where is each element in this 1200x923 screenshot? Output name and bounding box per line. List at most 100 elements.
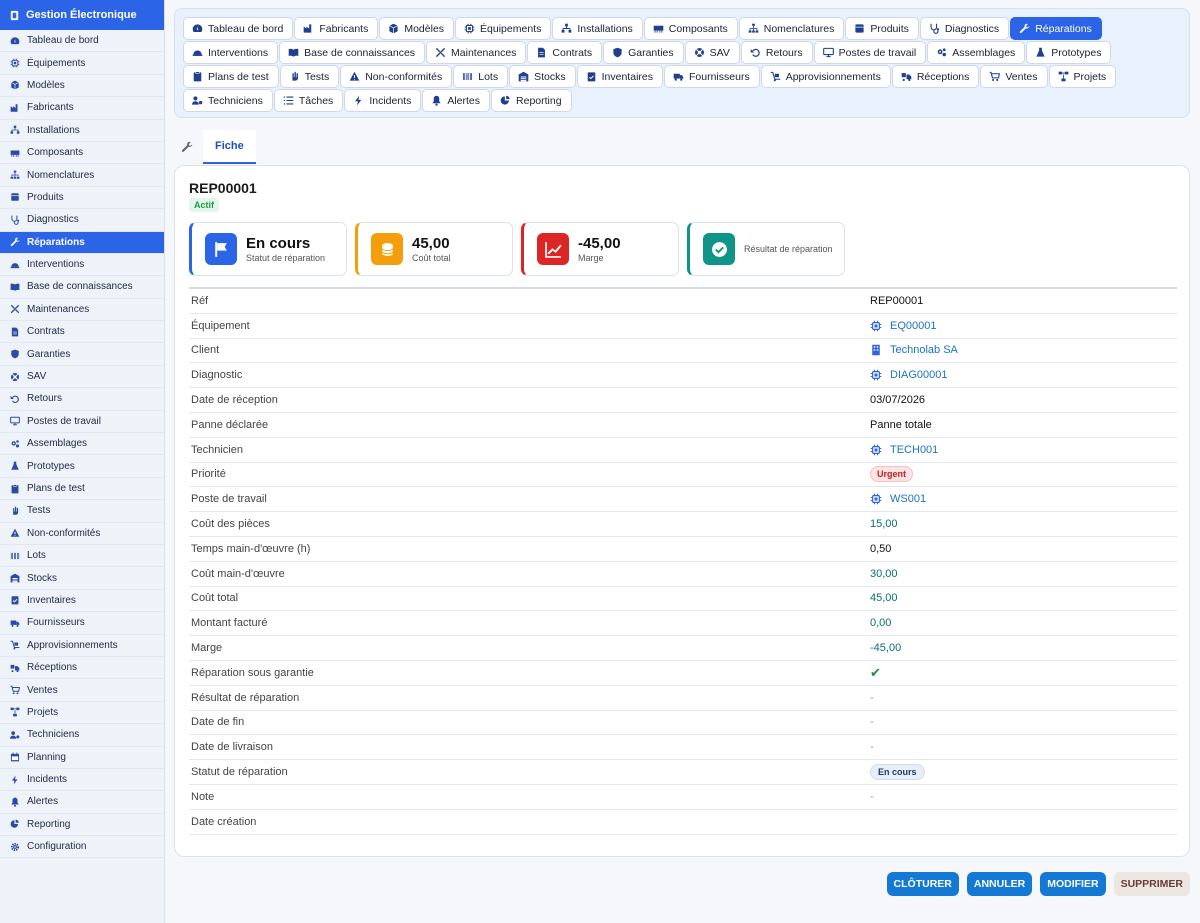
topnav-item[interactable]: Tests (279, 65, 340, 88)
detail-link[interactable]: DIAG00001 (870, 369, 1177, 381)
topnav-item[interactable]: Stocks (509, 65, 576, 88)
sidebar-item[interactable]: Diagnostics (0, 209, 164, 232)
topnav-item-label: Modèles (404, 22, 445, 35)
wrench-icon (9, 237, 21, 247)
sidebar-item[interactable]: Retours (0, 388, 164, 411)
cancel-button[interactable]: ANNULER (966, 872, 1033, 896)
topnav-item[interactable]: Maintenances (426, 41, 527, 64)
sidebar-item[interactable]: Plans de test (0, 478, 164, 501)
topnav-item[interactable]: Réparations (1010, 17, 1102, 40)
topnav-item-label: Tableau de bord (208, 22, 284, 35)
topnav-item[interactable]: Assemblages (927, 41, 1026, 64)
topnav-item[interactable]: Ventes (980, 65, 1048, 88)
topnav-item-label: Fabricants (319, 22, 369, 35)
topnav-item[interactable]: SAV (684, 41, 740, 64)
detail-link[interactable]: Technolab SA (870, 344, 1177, 356)
topnav-item[interactable]: Tâches (273, 89, 344, 112)
tab-fiche[interactable]: Fiche (203, 130, 256, 164)
sidebar-item[interactable]: Stocks (0, 567, 164, 590)
sidebar-item[interactable]: Prototypes (0, 455, 164, 478)
sidebar-item[interactable]: Produits (0, 187, 164, 210)
sidebar-item[interactable]: Ventes (0, 679, 164, 702)
users-cog-icon (9, 730, 21, 740)
helmet-icon (192, 47, 203, 58)
topnav-item[interactable]: Nomenclatures (738, 17, 845, 40)
sidebar-item[interactable]: Tests (0, 500, 164, 523)
topnav-item[interactable]: Modèles (379, 17, 455, 40)
topnav-item[interactable]: Inventaires (576, 65, 663, 88)
topnav-item[interactable]: Retours (740, 41, 813, 64)
topnav-item[interactable]: Techniciens (183, 89, 273, 112)
detail-value: -45,00 (870, 642, 902, 655)
sidebar-item[interactable]: Planning (0, 747, 164, 769)
detail-link[interactable]: EQ00001 (870, 320, 1177, 332)
sidebar-item[interactable]: Configuration (0, 836, 164, 859)
sidebar-item[interactable]: Reporting (0, 814, 164, 837)
topnav-item[interactable]: Diagnostics (919, 17, 1010, 40)
topnav-item[interactable]: Base de connaissances (279, 41, 426, 64)
sidebar-item[interactable]: Modèles (0, 75, 164, 98)
topnav-item[interactable]: Projets (1048, 65, 1117, 88)
sidebar-item[interactable]: Assemblages (0, 433, 164, 456)
delete-button[interactable]: SUPPRIMER (1113, 872, 1190, 896)
topnav-item[interactable]: Fournisseurs (664, 65, 760, 88)
sidebar-item[interactable]: Réparations (0, 231, 164, 254)
detail-row: Note - (189, 785, 1177, 810)
topnav-item[interactable]: Composants (643, 17, 738, 40)
topnav-item[interactable]: Non-conformités (340, 65, 453, 88)
topnav-item[interactable]: Incidents (344, 89, 422, 112)
topnav-item[interactable]: Reporting (491, 89, 572, 112)
topnav-item[interactable]: Réceptions (891, 65, 980, 88)
sidebar-item-label: Reporting (27, 818, 71, 830)
detail-link[interactable]: WS001 (870, 493, 1177, 505)
topnav-item[interactable]: Approvisionnements (760, 65, 891, 88)
detail-value: - (870, 790, 874, 803)
detail-link[interactable]: TECH001 (870, 444, 1177, 456)
topnav-item[interactable]: Garanties (603, 41, 684, 64)
sidebar-item[interactable]: Postes de travail (0, 411, 164, 434)
sidebar-item[interactable]: Approvisionnements (0, 635, 164, 657)
sidebar-item-label: Non-conformités (27, 527, 101, 539)
sidebar-item[interactable]: Incidents (0, 769, 164, 792)
sidebar-item[interactable]: Équipements (0, 52, 164, 75)
topnav-item[interactable]: Installations (552, 17, 643, 40)
edit-button[interactable]: MODIFIER (1040, 872, 1106, 896)
topnav-item[interactable]: Plans de test (183, 65, 279, 88)
sidebar-item[interactable]: Composants (0, 142, 164, 165)
sidebar-item[interactable]: Nomenclatures (0, 164, 164, 187)
sidebar-item[interactable]: Base de connaissances (0, 276, 164, 299)
sidebar-item[interactable]: Techniciens (0, 724, 164, 747)
lifebuoy-icon (694, 47, 705, 58)
topnav-item[interactable]: Postes de travail (813, 41, 927, 64)
topnav-item[interactable]: Équipements (455, 17, 552, 40)
sidebar-item[interactable]: Interventions (0, 254, 164, 277)
sidebar-item[interactable]: SAV (0, 366, 164, 389)
app-brand[interactable]: Gestion Électronique (0, 0, 164, 30)
sidebar-item[interactable]: Garanties (0, 343, 164, 366)
close-button[interactable]: CLÔTURER (886, 872, 959, 896)
topnav-item[interactable]: Prototypes (1026, 41, 1112, 64)
stethoscope-icon (9, 215, 21, 225)
topnav-item[interactable]: Interventions (183, 41, 279, 64)
topnav-item[interactable]: Tableau de bord (183, 17, 294, 40)
sidebar-item[interactable]: Maintenances (0, 299, 164, 322)
sidebar-menu: Tableau de bord Équipements Modèles Fabrica… (0, 30, 164, 859)
chip-icon (870, 369, 882, 381)
topnav-item[interactable]: Produits (845, 17, 919, 40)
sidebar-item[interactable]: Contrats (0, 321, 164, 344)
sidebar-item[interactable]: Non-conformités (0, 523, 164, 545)
topnav-item[interactable]: Contrats (527, 41, 603, 64)
sidebar-item-label: Interventions (27, 259, 85, 271)
sidebar-item[interactable]: Alertes (0, 791, 164, 814)
topnav-item[interactable]: Lots (453, 65, 509, 88)
sidebar-item[interactable]: Installations (0, 120, 164, 142)
sidebar-item[interactable]: Réceptions (0, 657, 164, 680)
sidebar-item[interactable]: Fabricants (0, 97, 164, 120)
sidebar-item[interactable]: Lots (0, 545, 164, 568)
sidebar-item[interactable]: Fournisseurs (0, 612, 164, 635)
sidebar-item[interactable]: Inventaires (0, 590, 164, 613)
sidebar-item[interactable]: Projets (0, 702, 164, 725)
topnav-item[interactable]: Alertes (422, 89, 491, 112)
sidebar-item[interactable]: Tableau de bord (0, 30, 164, 53)
topnav-item[interactable]: Fabricants (294, 17, 379, 40)
